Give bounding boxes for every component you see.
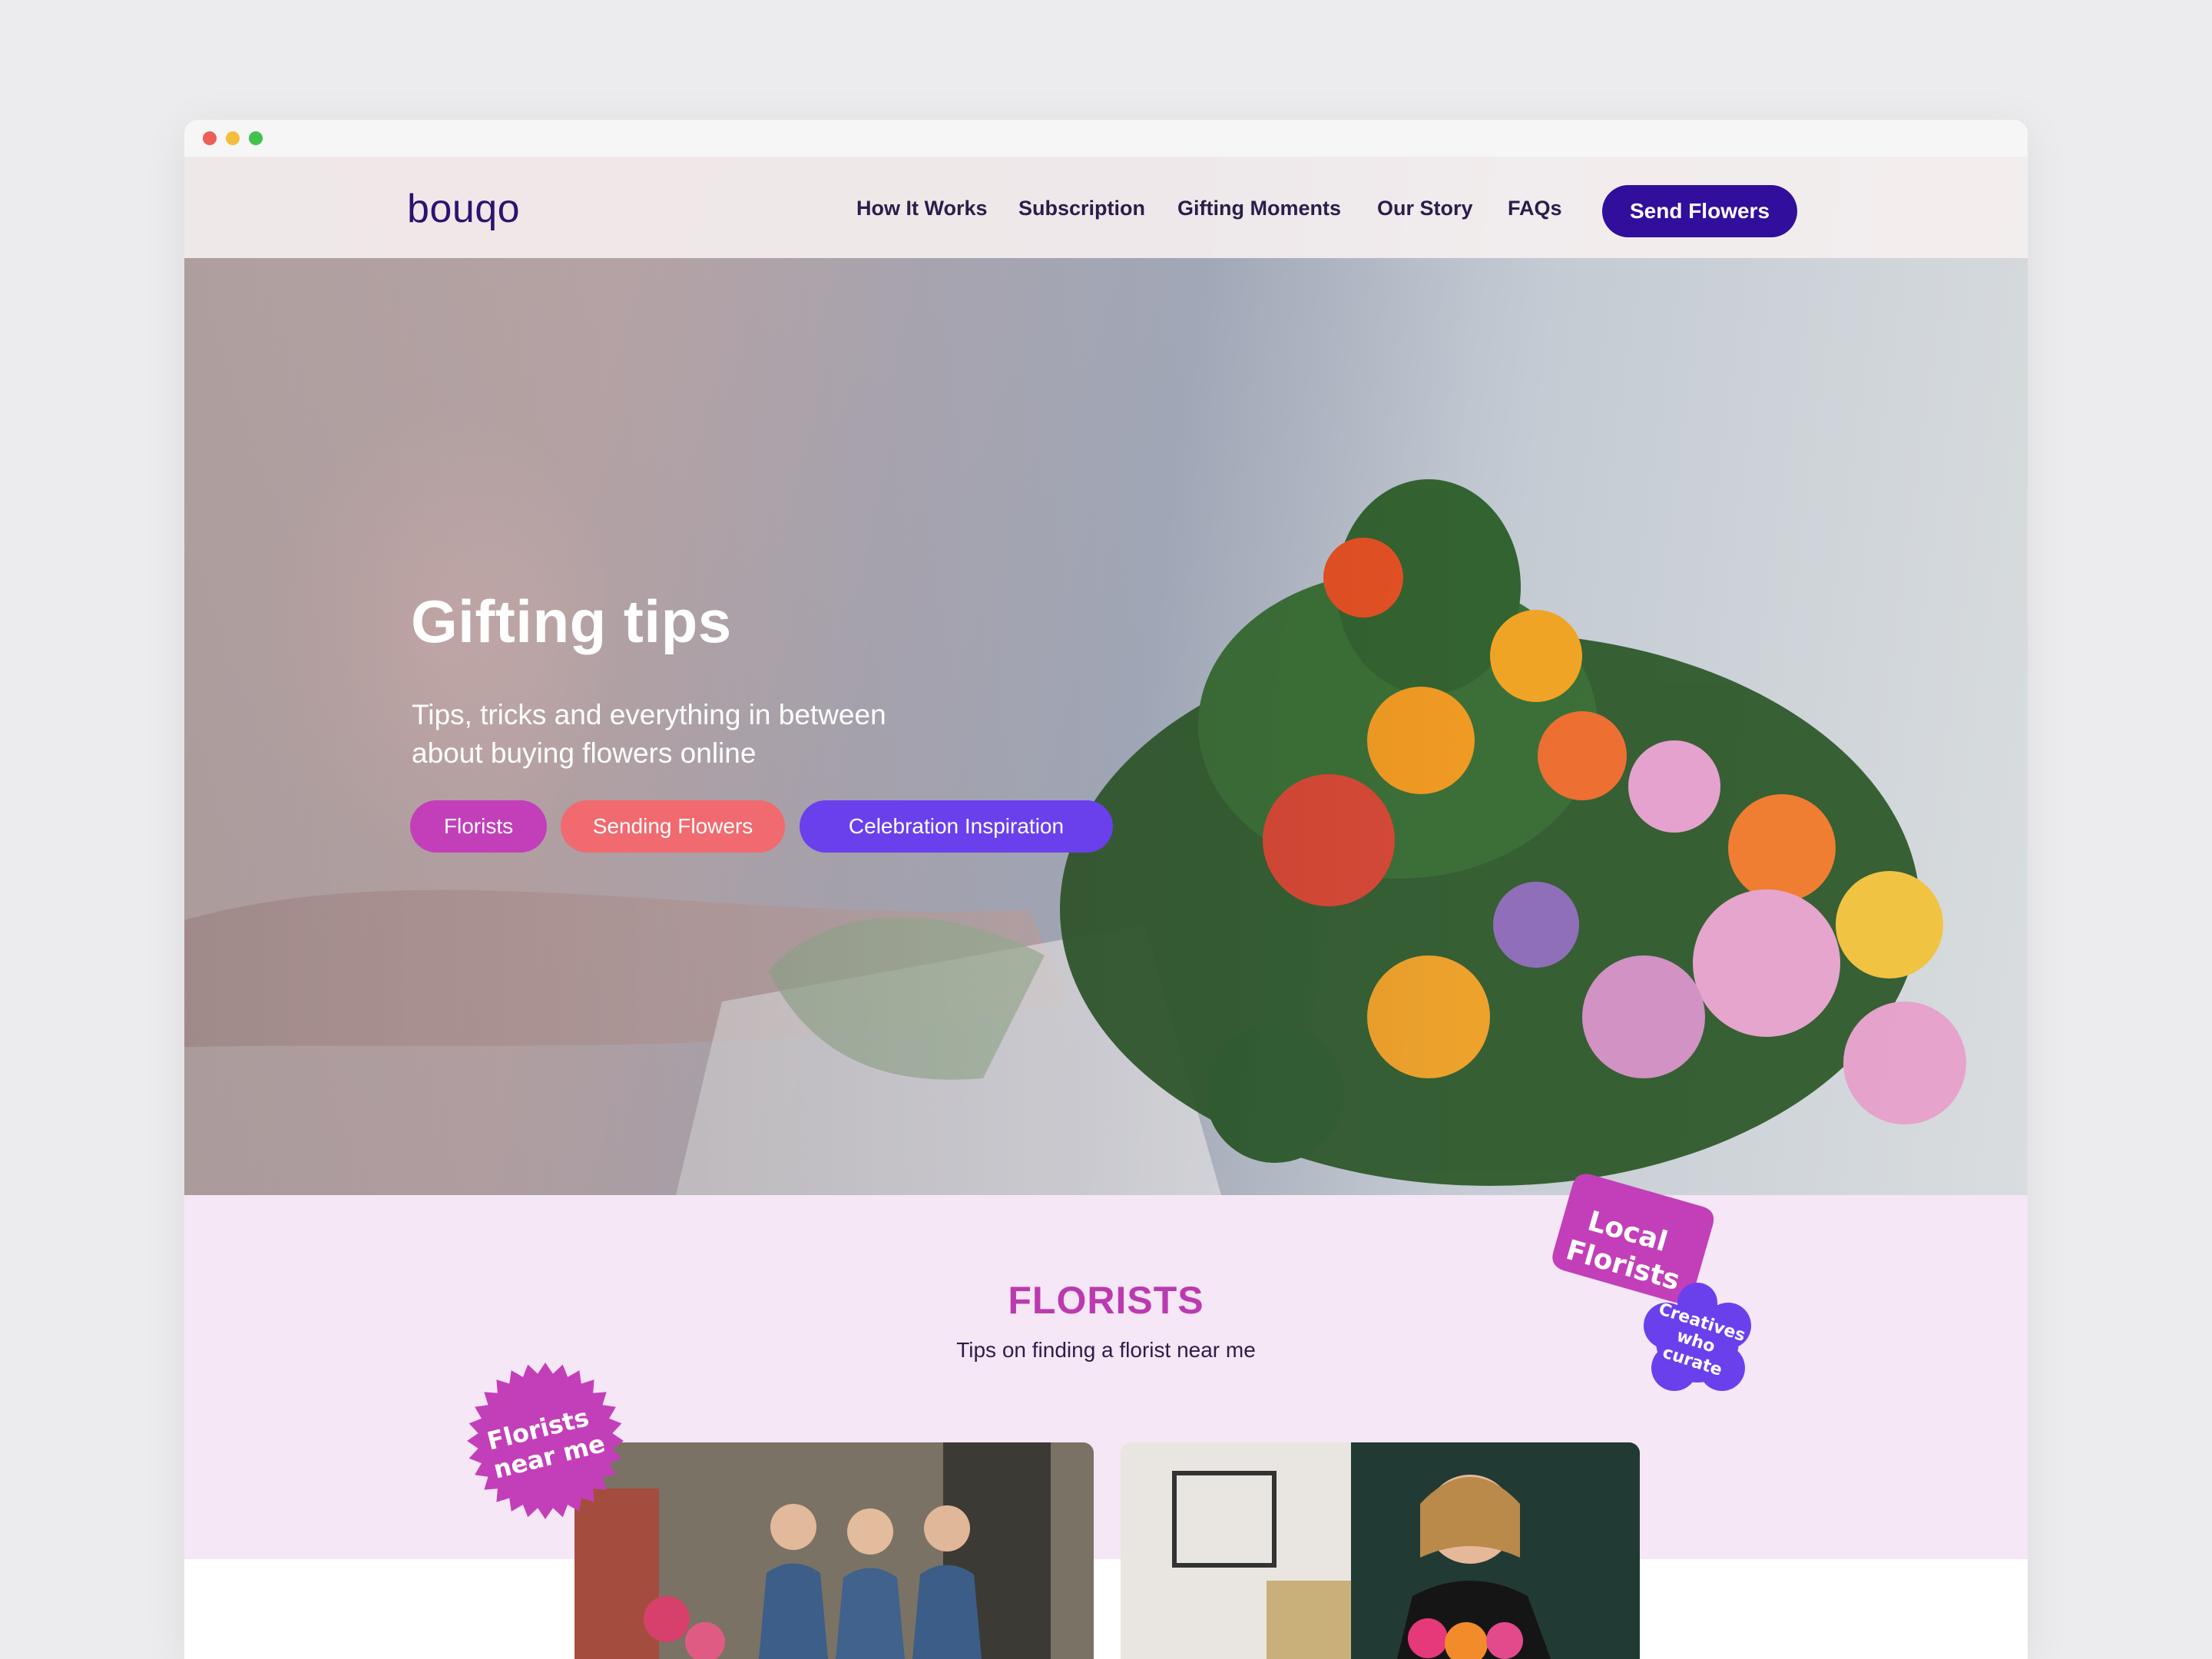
hero-overlay [184, 157, 2028, 1195]
maximize-window-dot[interactable] [249, 131, 263, 145]
send-flowers-button[interactable]: Send Flowers [1602, 185, 1797, 237]
nav-subscription[interactable]: Subscription [1018, 197, 1145, 220]
close-window-dot[interactable] [203, 131, 217, 145]
browser-window: bouqo How It Works Subscription Gifting … [184, 120, 2028, 1659]
section-footer-band [184, 1559, 2028, 1659]
bouqo-logo[interactable]: bouqo [407, 186, 520, 232]
top-nav: bouqo How It Works Subscription Gifting … [184, 157, 2028, 258]
tag-celebration-inspiration[interactable]: Celebration Inspiration [800, 800, 1113, 853]
nav-gifting-moments[interactable]: Gifting Moments [1177, 197, 1341, 220]
nav-our-story[interactable]: Our Story [1377, 197, 1473, 220]
hero-subtitle-line-1: Tips, tricks and everything in between [412, 699, 886, 730]
nav-faqs[interactable]: FAQs [1508, 197, 1562, 220]
florists-near-me-sticker: Florists near me [467, 1363, 624, 1519]
hero-subtitle-line-2: about buying flowers online [412, 737, 757, 769]
hero-image [184, 157, 2028, 1195]
nav-how-it-works[interactable]: How It Works [856, 197, 988, 220]
tag-florists[interactable]: Florists [410, 800, 547, 853]
hero-subtitle: Tips, tricks and everything in between a… [412, 696, 995, 773]
creatives-who-curate-sticker: Creatives who curate [1644, 1283, 1751, 1391]
article-card-florists-team[interactable] [575, 1442, 1094, 1659]
minimize-window-dot[interactable] [226, 131, 240, 145]
hero-title: Gifting tips [411, 588, 732, 655]
article-card-florist-portrait[interactable] [1121, 1442, 1640, 1659]
tag-sending-flowers[interactable]: Sending Flowers [561, 800, 785, 853]
florist-portrait-photo [1121, 1442, 1640, 1659]
florists-team-photo [575, 1442, 1094, 1659]
browser-titlebar [184, 120, 2028, 157]
